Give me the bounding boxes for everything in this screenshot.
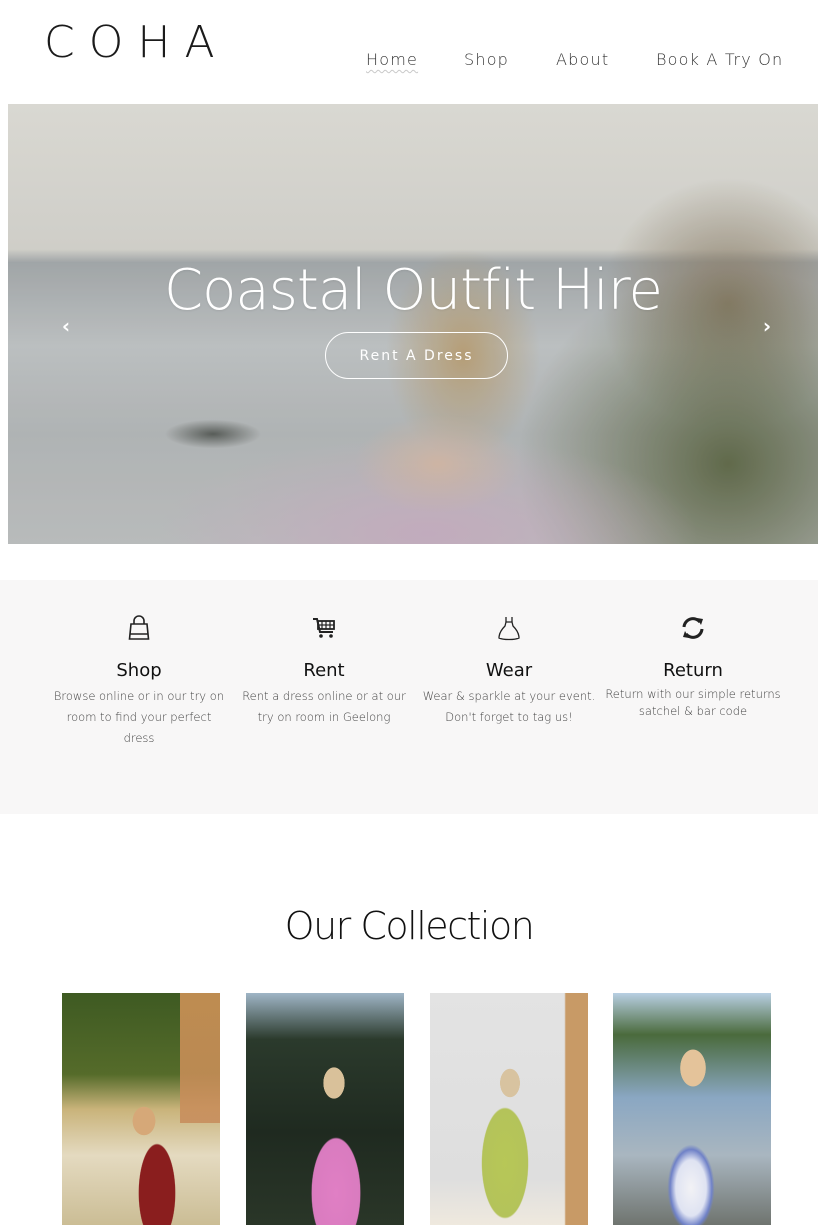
shopping-cart-icon xyxy=(313,618,335,638)
shopping-bag-icon xyxy=(128,615,150,640)
hero-title: Coastal Outfit Hire xyxy=(164,258,663,323)
nav-about[interactable]: About xyxy=(556,50,609,69)
nav-home[interactable]: Home xyxy=(366,50,418,69)
product-image xyxy=(613,993,771,1225)
collection-card-1[interactable] xyxy=(62,993,220,1225)
collection-card-4[interactable] xyxy=(613,993,771,1225)
feature-title: Wear xyxy=(485,660,533,681)
feature-description: Browse online or in our try on room to f… xyxy=(53,689,225,745)
feature-title: Rent xyxy=(303,660,345,681)
how-it-works-section: Shop Browse online or in our try on room… xyxy=(0,580,818,814)
hero-slideshow: ‹ › Coastal Outfit Hire Rent A Dress xyxy=(8,104,818,544)
product-image xyxy=(246,993,404,1225)
main-nav: Home Shop About Book A Try On xyxy=(0,50,818,74)
collection-card-3[interactable] xyxy=(430,993,588,1225)
collection-card-2[interactable] xyxy=(246,993,404,1225)
feature-title: Shop xyxy=(116,660,162,681)
feature-title: Return xyxy=(663,660,723,681)
feature-description: Rent a dress online or at our try on roo… xyxy=(242,689,406,724)
nav-shop[interactable]: Shop xyxy=(464,50,509,69)
site-header: COHA Home Shop About Book A Try On xyxy=(0,0,818,104)
rent-a-dress-button[interactable]: Rent A Dress xyxy=(325,332,508,379)
dress-icon xyxy=(498,617,520,641)
feature-description: Wear & sparkle at your event. Don't forg… xyxy=(422,689,596,724)
feature-description: Return with our simple returns satchel &… xyxy=(605,687,781,718)
refresh-icon xyxy=(682,617,704,639)
collection-title: Our Collection xyxy=(284,904,535,948)
nav-book-a-try-on[interactable]: Book A Try On xyxy=(656,50,783,69)
product-image xyxy=(430,993,588,1225)
